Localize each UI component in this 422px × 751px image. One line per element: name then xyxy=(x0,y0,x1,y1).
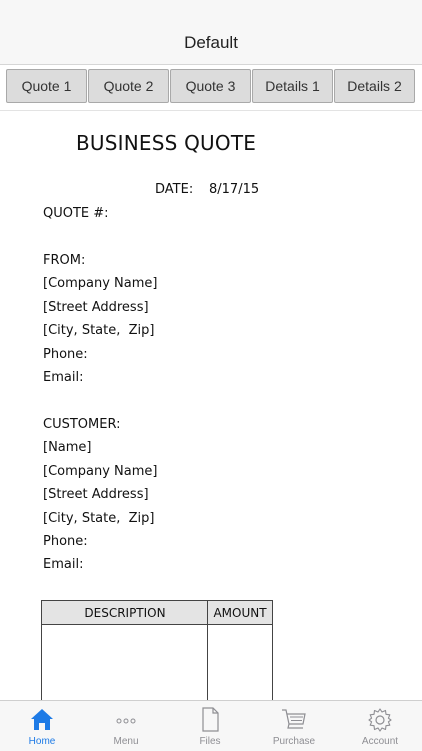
file-icon xyxy=(202,707,219,732)
column-divider xyxy=(207,601,208,700)
from-label: FROM: xyxy=(43,253,86,268)
customer-email: Email: xyxy=(43,557,84,572)
date-value: 8/17/15 xyxy=(209,182,260,197)
tab-menu-label: Menu xyxy=(113,736,139,747)
segment-strip: Quote 1 Quote 2 Quote 3 Details 1 Detail… xyxy=(0,65,422,111)
from-city: [City, State, Zip] xyxy=(43,323,155,338)
line-items-table: DESCRIPTION AMOUNT xyxy=(41,600,273,700)
tab-files[interactable]: Files xyxy=(168,701,252,751)
segment-quote-2[interactable]: Quote 2 xyxy=(88,69,169,103)
tab-menu[interactable]: Menu xyxy=(84,701,168,751)
customer-city: [City, State, Zip] xyxy=(43,511,155,526)
page-title: Default xyxy=(184,33,238,52)
tab-home-label: Home xyxy=(28,736,56,747)
column-header-amount: AMOUNT xyxy=(213,605,267,620)
segment-quote-3[interactable]: Quote 3 xyxy=(170,69,251,103)
column-header-description: DESCRIPTION xyxy=(84,605,166,620)
customer-street: [Street Address] xyxy=(43,487,149,502)
from-street: [Street Address] xyxy=(43,300,149,315)
bottom-tab-bar: Home Menu Files Purchase Account xyxy=(0,700,422,751)
document-heading: BUSINESS QUOTE xyxy=(76,131,257,155)
tab-files-label: Files xyxy=(199,736,221,747)
cart-icon xyxy=(282,709,306,729)
tab-account-label: Account xyxy=(361,736,399,747)
from-company: [Company Name] xyxy=(43,276,158,291)
tab-account[interactable]: Account xyxy=(338,701,422,751)
customer-phone: Phone: xyxy=(43,534,88,549)
tab-home[interactable]: Home xyxy=(0,701,84,751)
gear-icon xyxy=(368,708,392,732)
home-icon xyxy=(31,709,53,730)
table-header: DESCRIPTION AMOUNT xyxy=(42,601,272,625)
from-email: Email: xyxy=(43,370,84,385)
segment-quote-1[interactable]: Quote 1 xyxy=(6,69,87,103)
quote-number-label: QUOTE #: xyxy=(43,206,109,221)
segment-details-2[interactable]: Details 2 xyxy=(334,69,415,103)
more-dots-icon xyxy=(116,718,136,724)
tab-purchase[interactable]: Purchase xyxy=(252,701,336,751)
date-label: DATE: xyxy=(155,182,194,197)
quote-document[interactable]: BUSINESS QUOTE DATE: 8/17/15 QUOTE #: FR… xyxy=(0,111,422,700)
from-phone: Phone: xyxy=(43,347,88,362)
customer-label: CUSTOMER: xyxy=(43,417,121,432)
customer-company: [Company Name] xyxy=(43,464,158,479)
segment-details-1[interactable]: Details 1 xyxy=(252,69,333,103)
navigation-bar: Default xyxy=(0,0,422,65)
customer-name: [Name] xyxy=(43,440,92,455)
tab-purchase-label: Purchase xyxy=(272,736,316,747)
